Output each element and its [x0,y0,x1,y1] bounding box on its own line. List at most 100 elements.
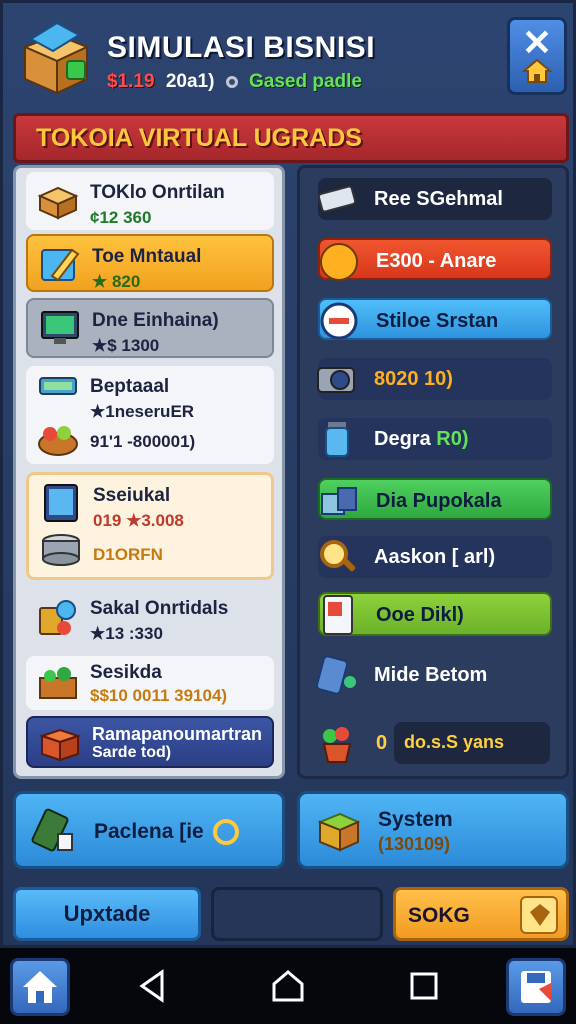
category-label: Degra R0) [374,428,469,450]
list-item[interactable]: TOKlo Onrtilan ¢12 360 [26,172,274,230]
crate-icon [38,728,82,762]
camera-icon [317,367,355,393]
close-icon: ✕ [521,22,553,63]
category-item[interactable]: Dia Pupokala [318,478,552,520]
item-value-secondary: 91'1 -800001) [90,432,196,451]
item-title: Toe Mntaual [92,246,202,267]
game-title: SIMULASI BISNISI [107,31,376,64]
phone-payment-icon [31,808,73,852]
item-value: ★13 :330 [90,624,163,643]
home-icon [23,971,57,1003]
list-item[interactable]: Sseiukal 019 ★3.008 D1ORFN [26,472,274,580]
header: SIMULASI BISNISI $1.19 20a1) Gased padle… [9,9,573,105]
game-frame: SIMULASI BISNISI $1.19 20a1) Gased padle… [0,0,576,948]
category-label: Dia Pupokala [376,490,502,512]
jar-icon [325,422,349,457]
payment-card[interactable]: Paclena [ie [13,791,285,869]
list-item[interactable]: Beptaaal ★1neseruER 91'1 -800001) [26,366,274,464]
category-label: Ree SGehmal [374,188,503,210]
section-banner: TOKOIA VIRTUAL UGRADS [13,113,569,163]
left-item-panel: TOKlo Onrtilan ¢12 360 Toe Mntaual ★ 820… [13,165,285,779]
magnifier-icon [320,540,356,572]
plant-pot-icon [322,727,352,763]
item-value: ★$ 1300 [92,336,160,355]
vegetable-crate-icon [39,667,77,699]
category-item[interactable]: Ree SGehmal [317,178,552,220]
soko-label: SOKG [408,904,470,927]
card-title: System [378,808,453,831]
category-item[interactable]: Degra R0) [318,418,552,460]
category-label: Aaskon [ arl) [374,546,496,568]
card-value: (130109) [378,834,451,854]
time-value: 20a1) [165,71,215,92]
back-icon[interactable] [134,968,170,1004]
category-label: E300 - Anare [376,250,497,272]
item-value: ★1neseruER [90,402,195,421]
item-title: TOKlo Onrtilan [90,182,225,203]
item-title: Sseiukal [93,485,171,506]
status-line: $1.19 20a1) Gased padle [107,71,362,93]
shop-box-icon [22,21,90,95]
category-label: Ooe Dikl) [376,604,464,626]
home-app-button[interactable] [10,958,70,1016]
category-label: Stiloe Srstan [376,310,499,332]
system-card[interactable]: System (130109) [297,791,569,869]
cash-register-icon [39,377,77,395]
helmet-icon [320,243,358,281]
grocery-bag-icon [39,600,76,635]
coin-icon [213,819,239,845]
pencil-icon [41,248,80,282]
list-item[interactable]: Ramapanoumartran Sarde tod) [26,716,274,768]
input-field[interactable] [211,887,383,941]
update-button[interactable]: Upxtade [13,887,201,941]
item-value: ¢12 360 [90,208,152,227]
item-value: 019 ★3.008 [93,511,184,530]
update-label: Upxtade [63,901,151,926]
item-title: Dne Einhaina) [92,310,219,331]
value-field: do.s.S yans [394,722,550,764]
card-terminal-icon [315,655,356,695]
item-title: Sakal Onrtidals [90,598,229,619]
system-navigation-bar [0,948,576,1024]
monitor-icon [41,311,79,344]
app-shortcut-button[interactable] [506,958,566,1016]
category-item[interactable]: E300 - Anare [318,238,552,281]
list-item[interactable]: Sakal Onrtidals ★13 :330 [26,588,274,650]
list-item[interactable]: Toe Mntaual ★ 820 [26,234,274,292]
category-item[interactable]: Mide Betom [315,654,552,696]
money-value: $1.19 [107,71,155,92]
crate-icon [317,812,361,852]
tin-can-icon [42,534,80,566]
item-title: Beptaaal [90,376,170,397]
category-label: 8020 10) [374,368,453,390]
list-item[interactable]: Sesikda $$10 0011 39104) [26,656,274,710]
category-item[interactable]: Aaskon [ arl) [318,536,552,578]
category-item[interactable]: 8020 10) [317,358,552,400]
soko-button[interactable]: SOKG [393,887,569,941]
item-value: ★ 820 [92,272,141,291]
delivery-box-icon [321,487,357,515]
card-label: Paclena [ie [94,820,204,843]
tablet-icon [44,484,78,522]
status-dot-icon [225,76,238,88]
item-title: Ramapanoumartran [92,724,263,744]
circle-home-icon[interactable] [270,968,306,1004]
banner-title: TOKOIA VIRTUAL UGRADS [36,123,362,152]
category-item[interactable]: Ooe Dikl) [318,592,552,636]
fruit-basket-icon [38,426,78,456]
box-icon [37,186,79,220]
recents-icon[interactable] [406,968,442,1004]
right-category-panel: Ree SGehmal E300 - Anare Stiloe Srstan 8… [297,165,569,779]
status-text: Gased padle [249,71,362,92]
item-value: Sarde tod) [92,744,172,761]
cash-icon [317,185,357,213]
item-value: $$10 0011 39104) [90,686,228,705]
category-item[interactable]: Stiloe Srstan [318,298,552,340]
fridge-icon [323,595,353,635]
home-icon [522,58,552,83]
close-button[interactable]: ✕ [507,17,567,95]
category-item[interactable]: 0 do.s.S yans [318,722,552,764]
tag-icon [520,896,558,934]
save-icon [521,971,551,1003]
list-item[interactable]: Dne Einhaina) ★$ 1300 [26,298,274,358]
